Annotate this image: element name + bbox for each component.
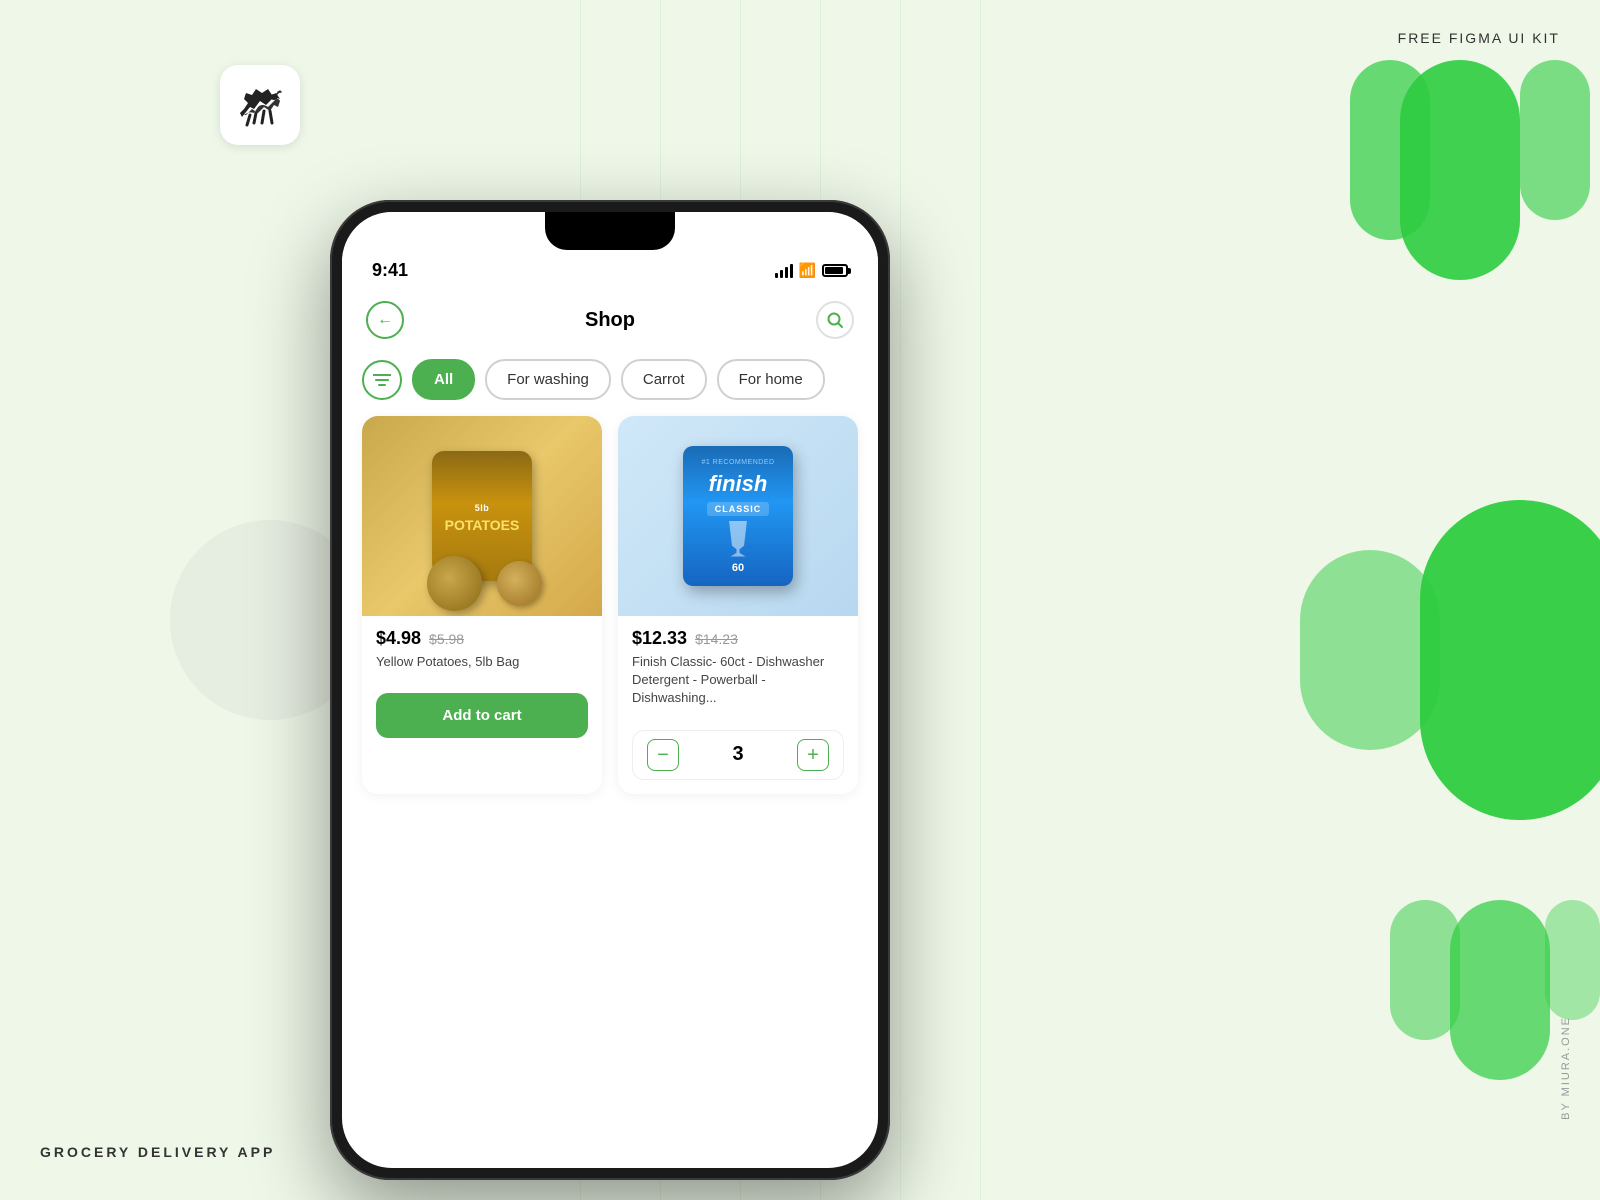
product-price-finish: $12.33 xyxy=(632,628,687,649)
wifi-icon: 📶 xyxy=(799,262,816,279)
dynamic-island xyxy=(545,212,675,250)
filter-chip-home[interactable]: For home xyxy=(717,359,825,400)
battery-icon xyxy=(822,264,848,277)
product-name-potato: Yellow Potatoes, 5lb Bag xyxy=(376,653,588,671)
quantity-stepper: − 3 + xyxy=(632,730,844,780)
finish-count-label: 60 xyxy=(732,562,744,574)
price-row-finish: $12.33 $14.23 xyxy=(632,628,844,649)
status-time: 9:41 xyxy=(372,260,408,281)
battery-fill xyxy=(825,267,843,274)
finish-image: #1 RECOMMENDED finish CLASSIC 60 xyxy=(618,416,858,616)
stepper-plus-button[interactable]: + xyxy=(797,739,829,771)
signal-bar-3 xyxy=(785,267,788,278)
product-price-potato: $4.98 xyxy=(376,628,421,649)
product-name-finish: Finish Classic- 60ct - Dishwasher Deterg… xyxy=(632,653,844,708)
product-old-price-finish: $14.23 xyxy=(695,631,738,647)
filter-chip-carrot[interactable]: Carrot xyxy=(621,359,707,400)
signal-bar-2 xyxy=(780,270,783,278)
back-button[interactable]: ← xyxy=(366,301,404,339)
app-name-label: GROCERY DELIVERY APP xyxy=(40,1144,275,1160)
potato-circle-2 xyxy=(497,561,542,606)
potato-weight-label: 5lb xyxy=(471,499,494,518)
price-row-potato: $4.98 $5.98 xyxy=(376,628,588,649)
finish-classic-label: CLASSIC xyxy=(707,502,770,516)
product-info-finish: $12.33 $14.23 Finish Classic- 60ct - Dis… xyxy=(618,616,858,720)
filter-row: All For washing Carrot For home xyxy=(342,351,878,416)
product-image-finish: #1 RECOMMENDED finish CLASSIC 60 xyxy=(618,416,858,616)
signal-bar-4 xyxy=(790,264,793,278)
finish-top-text: #1 RECOMMENDED xyxy=(701,459,774,466)
filter-chip-washing[interactable]: For washing xyxy=(485,359,611,400)
signal-bar-1 xyxy=(775,273,778,278)
product-old-price-potato: $5.98 xyxy=(429,631,464,647)
finish-bag: #1 RECOMMENDED finish CLASSIC 60 xyxy=(683,446,793,586)
stepper-count: 3 xyxy=(732,743,743,766)
filter-icon-button[interactable] xyxy=(362,360,402,400)
potato-image: 5lb POTATOES xyxy=(362,416,602,616)
product-card-potato: 5lb POTATOES $4.98 $5.98 Yellow Potatoes… xyxy=(362,416,602,794)
app-icon xyxy=(220,65,300,145)
blob-decoration xyxy=(1200,0,1600,1200)
signal-icon xyxy=(775,264,793,278)
search-button[interactable] xyxy=(816,301,854,339)
product-grid: 5lb POTATOES $4.98 $5.98 Yellow Potatoes… xyxy=(342,416,878,794)
add-to-cart-button[interactable]: Add to cart xyxy=(376,693,588,738)
product-image-potato: 5lb POTATOES xyxy=(362,416,602,616)
potato-name-label: POTATOES xyxy=(445,517,520,533)
product-card-finish: #1 RECOMMENDED finish CLASSIC 60 $12.33 … xyxy=(618,416,858,794)
finish-logo: finish xyxy=(709,471,768,497)
phone-frame: 9:41 📶 ← Shop xyxy=(330,200,890,1180)
potato-circle-1 xyxy=(427,556,482,611)
status-icons: 📶 xyxy=(775,262,848,279)
filter-chip-all[interactable]: All xyxy=(412,359,475,400)
stepper-minus-button[interactable]: − xyxy=(647,739,679,771)
glass-icon xyxy=(723,521,753,557)
phone-screen: 9:41 📶 ← Shop xyxy=(342,212,878,1168)
app-title: Shop xyxy=(585,309,635,332)
app-header: ← Shop xyxy=(342,289,878,351)
product-info-potato: $4.98 $5.98 Yellow Potatoes, 5lb Bag xyxy=(362,616,602,683)
